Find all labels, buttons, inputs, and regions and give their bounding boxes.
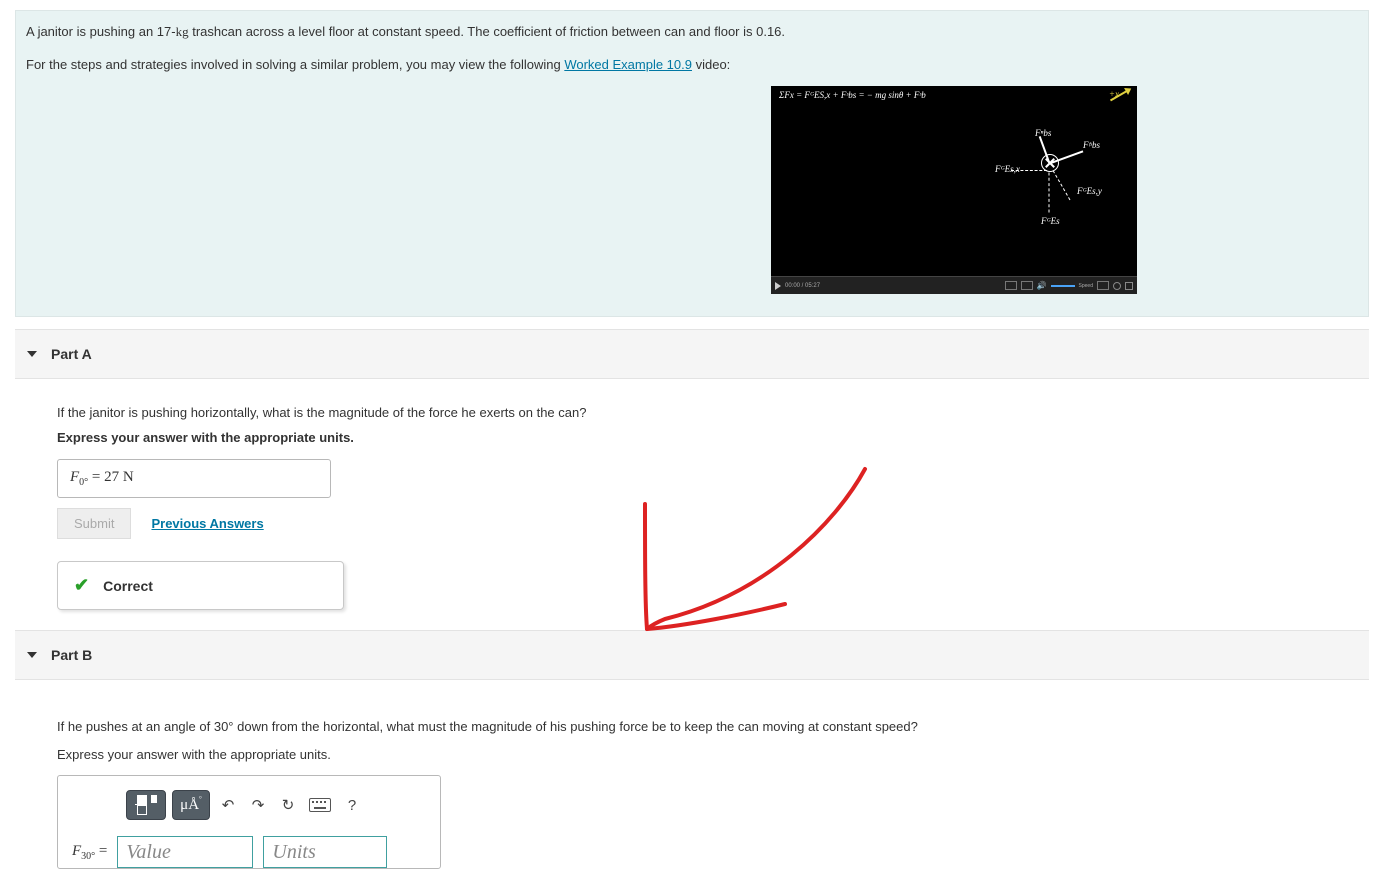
- mute-icon[interactable]: 🔊: [1037, 281, 1047, 290]
- answer-eq: =: [88, 469, 104, 485]
- units-picker-button[interactable]: μÅ°: [172, 790, 210, 820]
- redo-button[interactable]: ↷: [246, 791, 270, 819]
- answer-value: 27: [104, 469, 123, 485]
- var-letter: F: [72, 843, 81, 859]
- equation-toolbar: μÅ° ↶ ↷ ↻ ?: [68, 786, 430, 832]
- eq: =: [95, 843, 107, 859]
- text: trashcan across a level floor at constan…: [189, 24, 785, 39]
- chevron-down-icon: [27, 351, 37, 357]
- text: For the steps and strategies involved in…: [26, 57, 564, 72]
- chevron-down-icon: [27, 652, 37, 658]
- video-controls: 00:00 / 05:27 🔊 Speed: [771, 276, 1137, 294]
- part-a-title: Part A: [51, 346, 92, 362]
- reset-button[interactable]: ↻: [276, 791, 300, 819]
- fbd-label-Fnbs: Fⁿbs: [1035, 128, 1051, 138]
- fbd-label-FGEs: FᴳEs: [1041, 216, 1060, 226]
- play-icon[interactable]: [775, 282, 781, 290]
- keyboard-button[interactable]: [306, 791, 334, 819]
- problem-statement: A janitor is pushing an 17-kg trashcan a…: [15, 10, 1369, 317]
- submit-button: Submit: [57, 508, 131, 539]
- units-button-label: μÅ: [180, 797, 199, 814]
- worked-example-link[interactable]: Worked Example 10.9: [564, 57, 692, 72]
- video-formula: ΣFx = FᴳES,x + Fˢbs = − mg sinθ + Fˢb: [779, 90, 926, 100]
- part-a-question: If the janitor is pushing horizontally, …: [57, 405, 1327, 420]
- text: video:: [692, 57, 730, 72]
- settings-icon[interactable]: [1113, 282, 1121, 290]
- answer-sub: 0°: [79, 477, 88, 488]
- part-b-header[interactable]: Part B: [15, 630, 1369, 680]
- text: A janitor is pushing an 17-: [26, 24, 176, 39]
- speed-label: Speed: [1079, 283, 1093, 289]
- part-a-header[interactable]: Part A: [15, 329, 1369, 379]
- free-body-diagram: Fⁿbs Fᶠˢbs FᴳEs,x FᴳEs,y FᴳEs: [1001, 122, 1111, 252]
- part-b-title: Part B: [51, 647, 92, 663]
- part-a-instruction: Express your answer with the appropriate…: [57, 430, 1327, 445]
- speed-button[interactable]: [1097, 281, 1109, 290]
- correct-feedback: ✔ Correct: [57, 561, 344, 610]
- variable-label: F30° =: [72, 843, 107, 862]
- equation-input-container: μÅ° ↶ ↷ ↻ ? F30° = Value Units: [57, 775, 441, 869]
- volume-slider[interactable]: [1051, 285, 1075, 287]
- fraction-icon: [135, 795, 157, 815]
- quality-button[interactable]: [1021, 281, 1033, 290]
- var-sub: 30°: [81, 851, 95, 862]
- part-a-answer-display: F0° = 27 N: [57, 459, 331, 498]
- check-icon: ✔: [74, 575, 89, 596]
- part-a-submit-row: Submit Previous Answers: [57, 508, 1327, 539]
- fbd-label-FGEsy: FᴳEs,y: [1077, 186, 1102, 196]
- answer-unit: N: [123, 469, 134, 485]
- undo-button[interactable]: ↶: [216, 791, 240, 819]
- value-row: F30° = Value Units: [68, 832, 430, 868]
- video-canvas: ΣFx = FᴳES,x + Fˢbs = − mg sinθ + Fˢb +x…: [771, 86, 1137, 276]
- template-picker-button[interactable]: [126, 790, 166, 820]
- answer-var: F: [70, 469, 79, 485]
- part-b-question: If he pushes at an angle of 30° down fro…: [57, 719, 1327, 734]
- correct-label: Correct: [103, 578, 153, 594]
- part-a-body: If the janitor is pushing horizontally, …: [15, 379, 1369, 630]
- fullscreen-icon[interactable]: [1125, 282, 1133, 290]
- mass-unit: kg: [176, 24, 189, 39]
- caption-button[interactable]: [1005, 281, 1017, 290]
- fbd-label-Ffsbs: Fᶠˢbs: [1083, 140, 1100, 150]
- video-player[interactable]: ΣFx = FᴳES,x + Fˢbs = − mg sinθ + Fˢb +x…: [771, 86, 1137, 293]
- previous-answers-link[interactable]: Previous Answers: [151, 516, 263, 531]
- part-b-body: If he pushes at an angle of 30° down fro…: [15, 680, 1369, 869]
- fbd-label-FGEsx: FᴳEs,x: [995, 164, 1020, 174]
- part-b-instruction: Express your answer with the appropriate…: [57, 747, 1327, 762]
- problem-text-line2: For the steps and strategies involved in…: [26, 56, 1358, 75]
- help-button[interactable]: ?: [340, 791, 364, 819]
- problem-text-line1: A janitor is pushing an 17-kg trashcan a…: [26, 23, 1358, 42]
- value-input[interactable]: Value: [117, 836, 253, 868]
- units-input[interactable]: Units: [263, 836, 387, 868]
- keyboard-icon: [309, 798, 331, 812]
- video-time: 00:00 / 05:27: [785, 283, 820, 289]
